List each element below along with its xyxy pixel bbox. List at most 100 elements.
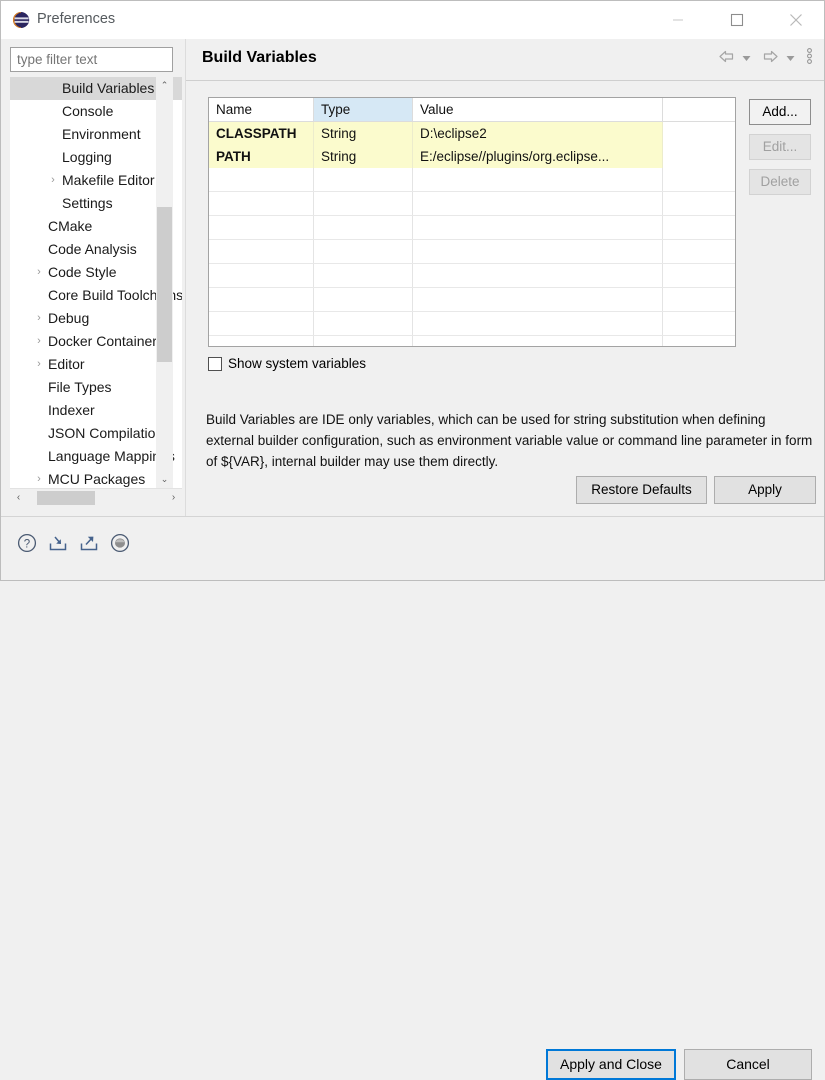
cell-empty — [314, 288, 413, 311]
column-header-value[interactable]: Value — [413, 98, 663, 121]
tree-item-label: Logging — [62, 149, 112, 165]
minimize-button[interactable] — [654, 1, 701, 38]
footer-bar: ? Apply and Close Cancel — [1, 517, 824, 1080]
record-icon[interactable] — [109, 532, 135, 558]
scroll-down-icon[interactable]: ⌄ — [156, 471, 173, 488]
cell-empty — [663, 216, 735, 239]
cell-empty — [663, 336, 735, 346]
svg-text:?: ? — [24, 538, 30, 550]
cell-empty — [413, 168, 663, 191]
cell-empty — [413, 264, 663, 287]
table-row-empty[interactable] — [209, 312, 735, 336]
expand-chevron-right-icon[interactable]: › — [32, 261, 46, 284]
tree-item-label: Environment — [62, 126, 141, 142]
edit-button: Edit... — [749, 134, 811, 160]
expand-chevron-right-icon[interactable]: › — [32, 353, 46, 376]
build-variables-table[interactable]: Name Type Value CLASSPATH String D:\eclipse2… — [208, 97, 736, 347]
table-row-empty[interactable] — [209, 216, 735, 240]
cell-type: String — [314, 122, 413, 145]
tree-item-label: Code Analysis — [48, 241, 137, 257]
table-row-empty[interactable] — [209, 288, 735, 312]
cell-empty — [209, 264, 314, 287]
import-icon[interactable] — [47, 532, 73, 558]
cell-empty — [663, 288, 735, 311]
table-body[interactable]: CLASSPATH String D:\eclipse2 PATH String E:/e… — [209, 122, 735, 346]
table-row-empty[interactable] — [209, 264, 735, 288]
page-title: Build Variables — [202, 49, 317, 66]
cell-empty — [663, 264, 735, 287]
vertical-dots-menu-icon[interactable] — [802, 48, 816, 67]
back-arrow-icon[interactable] — [718, 49, 735, 67]
scrollbar-thumb[interactable] — [157, 207, 172, 362]
cell-empty — [663, 168, 735, 191]
table-row-empty[interactable] — [209, 240, 735, 264]
cell-empty — [209, 312, 314, 335]
cell-name: PATH — [209, 145, 314, 168]
table-row[interactable]: CLASSPATH String D:\eclipse2 — [209, 122, 735, 145]
export-icon[interactable] — [78, 532, 104, 558]
description-text: Build Variables are IDE only variables, … — [206, 412, 813, 469]
maximize-button[interactable] — [713, 1, 760, 38]
expand-chevron-right-icon[interactable]: › — [46, 169, 60, 192]
tree-item-label: Editor — [48, 356, 85, 372]
scroll-right-icon[interactable]: › — [165, 489, 182, 506]
show-system-variables-checkbox[interactable] — [208, 357, 222, 371]
cell-type: String — [314, 145, 413, 168]
title-bar: Preferences — [1, 1, 824, 39]
tree-item-label: JSON Compilation — [48, 425, 164, 441]
add-button[interactable]: Add... — [749, 99, 811, 125]
close-button[interactable] — [772, 1, 819, 38]
tree-item-label: File Types — [48, 379, 112, 395]
cell-empty — [314, 312, 413, 335]
cell-value: D:\eclipse2 — [413, 122, 663, 145]
column-header-name[interactable]: Name — [209, 98, 314, 121]
content-pane: Build Variables Name Type Value CLASSPAT… — [186, 39, 824, 516]
scrollbar-thumb[interactable] — [37, 491, 95, 505]
forward-arrow-icon[interactable] — [762, 49, 779, 67]
cell-empty — [314, 240, 413, 263]
back-menu-chevron-down-icon[interactable] — [738, 50, 754, 65]
tree-item-label: Debug — [48, 310, 90, 326]
title-separator — [186, 80, 824, 81]
scroll-left-icon[interactable]: ‹ — [10, 489, 27, 506]
cell-empty — [314, 192, 413, 215]
expand-chevron-right-icon[interactable]: › — [32, 307, 46, 330]
cell-empty — [314, 216, 413, 239]
cell-empty — [413, 312, 663, 335]
cell-empty — [314, 168, 413, 191]
tree-vertical-scrollbar[interactable]: ⌃ ⌄ — [156, 77, 173, 488]
cell-empty — [413, 288, 663, 311]
cell-empty — [663, 192, 735, 215]
table-row[interactable]: PATH String E:/eclipse//plugins/org.eclips… — [209, 145, 735, 168]
table-row-empty[interactable] — [209, 336, 735, 346]
tree-horizontal-scrollbar[interactable]: ‹ › — [10, 488, 182, 506]
expand-chevron-right-icon[interactable]: › — [32, 330, 46, 353]
tree-item-label: MCU Packages — [48, 471, 146, 487]
cell-empty — [209, 336, 314, 346]
column-header-type[interactable]: Type — [314, 98, 413, 121]
apply-button[interactable]: Apply — [714, 476, 816, 504]
cell-empty — [663, 240, 735, 263]
cell-empty — [413, 216, 663, 239]
eclipse-logo-icon — [12, 11, 30, 29]
cell-empty — [209, 288, 314, 311]
help-icon[interactable]: ? — [16, 532, 42, 558]
cell-name: CLASSPATH — [209, 122, 314, 145]
cell-empty — [663, 312, 735, 335]
apply-and-close-button[interactable]: Apply and Close — [546, 1049, 676, 1080]
expand-chevron-right-icon[interactable]: › — [32, 468, 46, 488]
cancel-button[interactable]: Cancel — [684, 1049, 812, 1080]
column-header-extra[interactable] — [663, 98, 735, 121]
forward-menu-chevron-down-icon[interactable] — [782, 50, 798, 65]
tree-item-label: Build Variables — [62, 80, 155, 96]
cell-empty — [314, 264, 413, 287]
scroll-up-icon[interactable]: ⌃ — [156, 77, 173, 94]
cell-empty — [209, 240, 314, 263]
table-row-empty[interactable] — [209, 192, 735, 216]
cell-empty — [413, 192, 663, 215]
cell-empty — [413, 336, 663, 346]
table-row-empty[interactable] — [209, 168, 735, 192]
cell-value: E:/eclipse//plugins/org.eclipse... — [413, 145, 663, 168]
restore-defaults-button[interactable]: Restore Defaults — [576, 476, 707, 504]
filter-input[interactable] — [10, 47, 173, 72]
